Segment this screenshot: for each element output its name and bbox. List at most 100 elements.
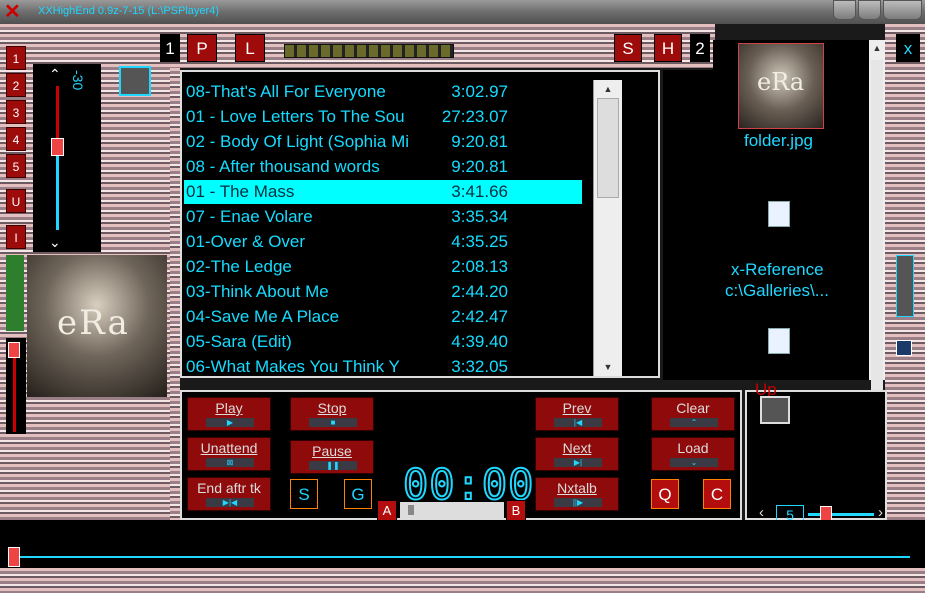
xref-label-line2[interactable]: c:\Galleries\... (725, 281, 829, 301)
green-indicator (6, 255, 24, 331)
track-duration: 27:23.07 (441, 107, 508, 126)
track-duration: 3:32.05 (451, 357, 508, 376)
track-row[interactable]: 02 - Body Of Light (Sophia Mi 9:20.81 (184, 130, 582, 154)
track-row[interactable]: 01 - The Mass 3:41.66 (184, 180, 582, 204)
stop-button[interactable]: Stop ■ (290, 397, 374, 431)
track-row[interactable]: 04-Save Me A Place 2:42.47 (184, 305, 582, 329)
preset-button-1[interactable]: 1 (6, 46, 26, 70)
a-button[interactable]: A (377, 500, 397, 522)
track-name: 01-Over & Over (186, 232, 306, 251)
preset-button-4[interactable]: 4 (6, 127, 26, 151)
button-h[interactable]: H (654, 34, 682, 62)
track-duration: 4:39.40 (451, 332, 508, 351)
track-duration: 9:20.81 (451, 132, 508, 151)
right-mini-slider[interactable] (896, 255, 914, 317)
increment-icon[interactable]: › (878, 504, 883, 521)
seek-track[interactable] (10, 556, 910, 558)
q-button[interactable]: Q (651, 479, 679, 509)
track-row[interactable]: 02-The Ledge 2:08.13 (184, 255, 582, 279)
track-name: 08 - After thousand words (186, 157, 380, 176)
folder-jpg-label[interactable]: folder.jpg (744, 131, 813, 151)
minimize-button[interactable] (833, 0, 856, 20)
pause-button[interactable]: Pause ❚❚ (290, 440, 374, 474)
clear-button[interactable]: Clear ⌃ (651, 397, 735, 431)
c-button[interactable]: C (703, 479, 731, 509)
load-button[interactable]: Load ⌄ (651, 437, 735, 471)
folder-thumbnail[interactable]: eRa (738, 43, 824, 129)
unattend-button[interactable]: Unattend ⊠ (187, 437, 271, 471)
scroll-thumb[interactable] (597, 98, 619, 198)
unattend-icon: ⊠ (206, 458, 254, 467)
g-button[interactable]: G (344, 479, 372, 509)
mode-toggle-right[interactable] (760, 396, 790, 424)
s-button[interactable]: S (290, 479, 318, 509)
file-panel-scrollbar[interactable]: ▲ (869, 40, 885, 400)
b-button[interactable]: B (506, 500, 526, 522)
scroll-up-icon[interactable]: ▲ (596, 80, 620, 98)
stop-label: Stop (317, 400, 347, 416)
volume-track-red (56, 86, 59, 138)
preset-button-5[interactable]: 5 (6, 154, 26, 178)
volume-slider-handle[interactable] (51, 138, 64, 156)
ab-position-bar[interactable] (400, 502, 504, 518)
play-button[interactable]: Play ▶ (187, 397, 271, 431)
button-p[interactable]: P (187, 34, 217, 62)
clear-label: Clear (676, 400, 710, 416)
level-meter (284, 44, 454, 58)
load-label: Load (677, 440, 709, 456)
volume-down-icon[interactable]: ⌄ (49, 234, 61, 251)
track-list[interactable]: 08-That's All For Everyone 3:02.97 01 - Lo… (180, 80, 600, 376)
preset-button-u[interactable]: U (6, 189, 26, 213)
button-l[interactable]: L (235, 34, 265, 62)
app-icon[interactable]: ✕ (4, 2, 24, 22)
document-icon-2[interactable] (768, 328, 790, 354)
track-row[interactable]: 01-Over & Over 4:35.25 (184, 230, 582, 254)
close-panel-button[interactable]: x (896, 34, 920, 62)
button-2[interactable]: 2 (690, 34, 710, 62)
preset-button-i[interactable]: I (6, 225, 26, 249)
end-after-icon: ▶|◀ (206, 498, 254, 507)
track-name: 01 - The Mass (186, 182, 295, 201)
track-duration: 2:44.20 (451, 282, 508, 301)
volume-up-icon[interactable]: ⌃ (49, 66, 61, 83)
next-album-button[interactable]: Nxtalb ||▶ (535, 477, 619, 511)
button-1[interactable]: 1 (160, 34, 180, 62)
track-row[interactable]: 08 - After thousand words 9:20.81 (184, 155, 582, 179)
maximize-button[interactable] (858, 0, 881, 20)
close-window-button[interactable] (883, 0, 922, 20)
track-row[interactable]: 03-Think About Me 2:44.20 (184, 280, 582, 304)
file-scroll-track[interactable] (871, 60, 883, 400)
track-duration: 2:42.47 (451, 307, 508, 326)
document-icon[interactable] (768, 201, 790, 227)
play-label: Play (215, 400, 243, 416)
up-slider-track[interactable] (808, 513, 874, 516)
track-row[interactable]: 07 - Enae Volare 3:35.34 (184, 205, 582, 229)
end-after-track-button[interactable]: End aftr tk ▶|◀ (187, 477, 271, 511)
track-name: 08-That's All For Everyone (186, 82, 386, 101)
track-row[interactable]: 01 - Love Letters To The Sou 27:23.07 (184, 105, 582, 129)
track-row[interactable]: 08-That's All For Everyone 3:02.97 (184, 80, 582, 104)
preset-button-2[interactable]: 2 (6, 73, 26, 97)
balance-handle[interactable] (8, 342, 20, 358)
end-after-label: End aftr tk (197, 480, 261, 496)
button-s[interactable]: S (614, 34, 642, 62)
playlist-scrollbar[interactable]: ▲ ▼ (593, 80, 622, 376)
ab-position-handle[interactable] (408, 505, 414, 515)
xref-label-line1[interactable]: x-Reference (731, 260, 824, 280)
scroll-down-icon[interactable]: ▼ (596, 358, 620, 376)
track-row[interactable]: 05-Sara (Edit) 4:39.40 (184, 330, 582, 354)
next-button[interactable]: Next ▶| (535, 437, 619, 471)
right-mini-button[interactable] (896, 340, 912, 356)
mode-toggle-left[interactable] (119, 66, 151, 96)
seek-handle[interactable] (8, 547, 20, 567)
track-duration: 3:35.34 (451, 207, 508, 226)
track-row[interactable]: 06-What Makes You Think Y 3:32.05 (184, 355, 582, 379)
prev-button[interactable]: Prev |◀ (535, 397, 619, 431)
play-icon: ▶ (206, 418, 254, 427)
decrement-icon[interactable]: ‹ (759, 504, 764, 521)
preset-button-3[interactable]: 3 (6, 100, 26, 124)
file-scroll-up-icon[interactable]: ▲ (869, 40, 885, 56)
pause-icon: ❚❚ (309, 461, 357, 470)
track-duration: 9:20.81 (451, 157, 508, 176)
clear-icon: ⌃ (670, 418, 718, 427)
